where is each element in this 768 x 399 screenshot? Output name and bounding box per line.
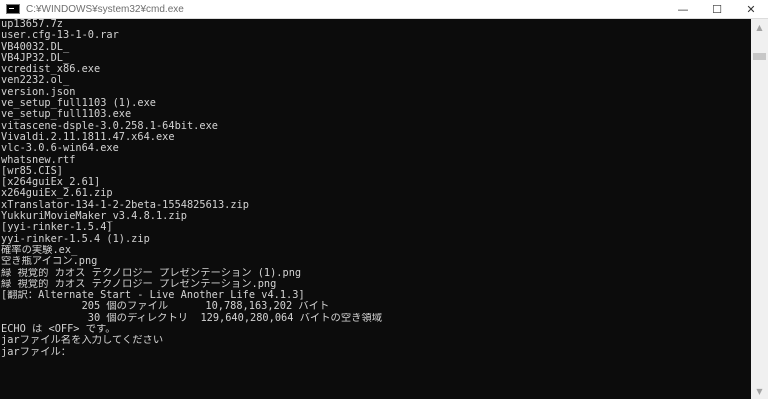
minimize-button[interactable]: — <box>666 0 700 19</box>
console-line: 確率の実験.ex_ <box>1 244 78 256</box>
console-line: [yyi-rinker-1.5.4] <box>1 222 113 234</box>
console-line: ve_setup_full1103.exe <box>1 109 132 121</box>
console-output[interactable]: up13657.7z user.cfg-13-1-0.rar VB40032.DL_… <box>0 19 751 399</box>
console-line: ECHO は <OFF> です。 <box>1 324 116 336</box>
console-line: 緑 視覚的 カオス テクノロジー プレゼンテーション (1).png <box>1 267 302 279</box>
console-line: user.cfg-13-1-0.rar <box>1 30 119 42</box>
console-line: jarファイル名を入力してください <box>1 335 164 347</box>
console-line: 205 個のファイル 10,788,163,202 バイト <box>1 301 330 313</box>
console-line: [x264guiEx_2.61] <box>1 177 101 189</box>
console-line: xTranslator-134-1-2-2beta-1554825613.zip <box>1 199 249 211</box>
console-line: VB4JP32.DL_ <box>1 52 70 64</box>
console-line: up13657.7z <box>1 19 63 30</box>
cmd-icon[interactable] <box>6 4 20 14</box>
console-line: vcredist_x86.exe <box>1 64 101 76</box>
scroll-track[interactable] <box>751 35 768 383</box>
console-line: VB40032.DL_ <box>1 41 70 53</box>
console-line: whatsnew.rtf <box>1 154 76 166</box>
caption-buttons: — ☐ ✕ <box>666 0 768 19</box>
console-line: 緑 視覚的 カオス テクノロジー プレゼンテーション.png <box>1 278 277 290</box>
scroll-down-icon[interactable]: ▼ <box>751 383 768 399</box>
console-line: vitascene-dsple-3.0.258.1-64bit.exe <box>1 120 218 132</box>
console-line: ve_setup_full1103 (1).exe <box>1 98 156 110</box>
console-line: [wr85.CIS] <box>1 165 63 177</box>
title-bar[interactable]: C:¥WINDOWS¥system32¥cmd.exe — ☐ ✕ <box>0 0 768 19</box>
maximize-button[interactable]: ☐ <box>700 0 734 19</box>
console-line: version.json <box>1 86 76 98</box>
console-line: yyi-rinker-1.5.4 (1).zip <box>1 233 150 245</box>
cmd-window: C:¥WINDOWS¥system32¥cmd.exe — ☐ ✕ up1365… <box>0 0 768 399</box>
console-line: vlc-3.0.6-win64.exe <box>1 143 119 155</box>
console-line: [翻訳：Alternate Start - Live Another Life … <box>1 290 305 302</box>
console-line: ven2232.ol_ <box>1 75 70 87</box>
console-line: 空き瓶アイコン.png <box>1 256 98 268</box>
window-title: C:¥WINDOWS¥system32¥cmd.exe <box>26 3 184 15</box>
console-line: YukkuriMovieMaker_v3.4.8.1.zip <box>1 211 187 223</box>
console-line: 30 個のディレクトリ 129,640,280,064 バイトの空き領域 <box>1 312 383 324</box>
scroll-up-icon[interactable]: ▲ <box>751 19 768 35</box>
vertical-scrollbar[interactable]: ▲ ▼ <box>751 19 768 399</box>
close-button[interactable]: ✕ <box>734 0 768 19</box>
console-line: Vivaldi.2.11.1811.47.x64.exe <box>1 131 175 143</box>
console-line: x264guiEx_2.61.zip <box>1 188 113 200</box>
console-line: jarファイル： <box>1 346 72 358</box>
scroll-thumb[interactable] <box>753 53 766 60</box>
